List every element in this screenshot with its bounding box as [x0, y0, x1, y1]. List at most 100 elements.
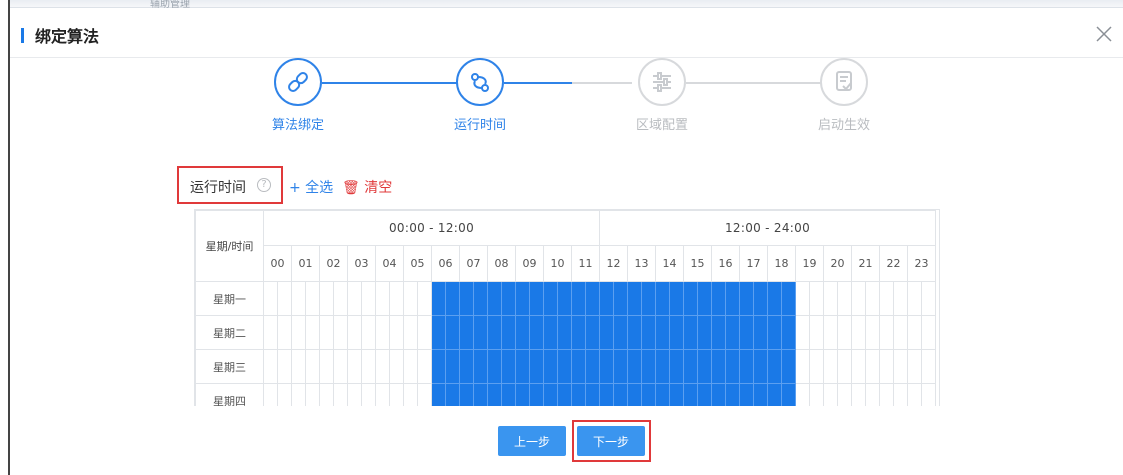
- prev-button[interactable]: 上一步: [498, 426, 566, 456]
- hour-header[interactable]: 06: [431, 245, 460, 282]
- time-slot-cell[interactable]: [837, 349, 852, 384]
- hour-header[interactable]: 12: [599, 245, 628, 282]
- time-slot-cell[interactable]: [585, 315, 600, 350]
- time-slot-cell[interactable]: [697, 281, 712, 316]
- time-slot-cell[interactable]: [347, 383, 362, 406]
- time-slot-cell[interactable]: [459, 349, 474, 384]
- time-slot-cell[interactable]: [417, 383, 432, 406]
- time-slot-cell[interactable]: [865, 315, 880, 350]
- time-slot-cell[interactable]: [739, 349, 754, 384]
- time-slot-cell[interactable]: [627, 349, 642, 384]
- time-slot-cell[interactable]: [375, 281, 390, 316]
- time-slot-cell[interactable]: [375, 349, 390, 384]
- time-slot-cell[interactable]: [305, 281, 320, 316]
- time-slot-cell[interactable]: [823, 349, 838, 384]
- time-slot-cell[interactable]: [795, 349, 810, 384]
- time-slot-cell[interactable]: [725, 315, 740, 350]
- time-slot-cell[interactable]: [277, 383, 292, 406]
- time-slot-cell[interactable]: [473, 349, 488, 384]
- time-slot-cell[interactable]: [753, 281, 768, 316]
- time-slot-cell[interactable]: [445, 349, 460, 384]
- time-slot-cell[interactable]: [795, 281, 810, 316]
- time-slot-cell[interactable]: [669, 349, 684, 384]
- time-slot-cell[interactable]: [333, 383, 348, 406]
- hour-header[interactable]: 16: [711, 245, 740, 282]
- hour-header[interactable]: 10: [543, 245, 572, 282]
- time-slot-cell[interactable]: [641, 383, 656, 406]
- time-slot-cell[interactable]: [837, 281, 852, 316]
- step-run-time[interactable]: 运行时间: [425, 58, 535, 133]
- time-slot-cell[interactable]: [921, 315, 936, 350]
- time-slot-cell[interactable]: [319, 383, 334, 406]
- time-slot-cell[interactable]: [641, 315, 656, 350]
- time-slot-cell[interactable]: [753, 349, 768, 384]
- time-slot-cell[interactable]: [893, 383, 908, 406]
- time-slot-cell[interactable]: [487, 315, 502, 350]
- time-slot-cell[interactable]: [263, 281, 278, 316]
- time-slot-cell[interactable]: [753, 315, 768, 350]
- time-slot-cell[interactable]: [627, 315, 642, 350]
- hour-header[interactable]: 11: [571, 245, 600, 282]
- time-slot-cell[interactable]: [501, 383, 516, 406]
- time-slot-cell[interactable]: [781, 383, 796, 406]
- time-slot-cell[interactable]: [823, 383, 838, 406]
- hour-header[interactable]: 00: [263, 245, 292, 282]
- time-slot-cell[interactable]: [851, 315, 866, 350]
- hour-header[interactable]: 22: [879, 245, 908, 282]
- time-slot-cell[interactable]: [921, 281, 936, 316]
- hour-header[interactable]: 17: [739, 245, 768, 282]
- time-slot-cell[interactable]: [557, 281, 572, 316]
- time-slot-cell[interactable]: [305, 349, 320, 384]
- time-slot-cell[interactable]: [473, 383, 488, 406]
- time-slot-cell[interactable]: [599, 281, 614, 316]
- help-icon[interactable]: ?: [257, 178, 271, 192]
- close-icon[interactable]: [1093, 23, 1115, 45]
- time-slot-cell[interactable]: [837, 383, 852, 406]
- time-slot-cell[interactable]: [613, 281, 628, 316]
- hour-header[interactable]: 18: [767, 245, 796, 282]
- time-slot-cell[interactable]: [697, 383, 712, 406]
- time-slot-cell[interactable]: [501, 315, 516, 350]
- time-slot-cell[interactable]: [543, 349, 558, 384]
- time-slot-cell[interactable]: [669, 383, 684, 406]
- step-algorithm-binding[interactable]: 算法绑定: [243, 58, 353, 133]
- time-slot-cell[interactable]: [361, 281, 376, 316]
- time-slot-cell[interactable]: [445, 383, 460, 406]
- time-slot-cell[interactable]: [515, 349, 530, 384]
- time-slot-cell[interactable]: [459, 315, 474, 350]
- time-slot-cell[interactable]: [893, 281, 908, 316]
- time-slot-cell[interactable]: [403, 349, 418, 384]
- time-slot-cell[interactable]: [683, 281, 698, 316]
- time-slot-cell[interactable]: [487, 349, 502, 384]
- time-slot-cell[interactable]: [585, 349, 600, 384]
- time-slot-cell[interactable]: [683, 315, 698, 350]
- time-slot-cell[interactable]: [291, 281, 306, 316]
- time-slot-cell[interactable]: [557, 315, 572, 350]
- time-slot-cell[interactable]: [641, 349, 656, 384]
- time-slot-cell[interactable]: [725, 349, 740, 384]
- time-slot-cell[interactable]: [781, 281, 796, 316]
- time-slot-cell[interactable]: [291, 349, 306, 384]
- time-slot-cell[interactable]: [613, 315, 628, 350]
- time-slot-cell[interactable]: [809, 281, 824, 316]
- time-slot-cell[interactable]: [543, 281, 558, 316]
- time-slot-cell[interactable]: [417, 349, 432, 384]
- time-slot-cell[interactable]: [907, 383, 922, 406]
- time-slot-cell[interactable]: [767, 349, 782, 384]
- time-slot-cell[interactable]: [543, 315, 558, 350]
- time-slot-cell[interactable]: [669, 315, 684, 350]
- hour-header[interactable]: 02: [319, 245, 348, 282]
- time-slot-cell[interactable]: [711, 315, 726, 350]
- time-slot-cell[interactable]: [431, 383, 446, 406]
- time-slot-cell[interactable]: [627, 281, 642, 316]
- time-slot-cell[interactable]: [361, 383, 376, 406]
- time-slot-cell[interactable]: [683, 349, 698, 384]
- time-slot-cell[interactable]: [641, 281, 656, 316]
- hour-header[interactable]: 20: [823, 245, 852, 282]
- time-slot-cell[interactable]: [669, 281, 684, 316]
- time-slot-cell[interactable]: [389, 349, 404, 384]
- time-slot-cell[interactable]: [697, 349, 712, 384]
- time-slot-cell[interactable]: [347, 281, 362, 316]
- hour-header[interactable]: 13: [627, 245, 656, 282]
- time-slot-cell[interactable]: [291, 315, 306, 350]
